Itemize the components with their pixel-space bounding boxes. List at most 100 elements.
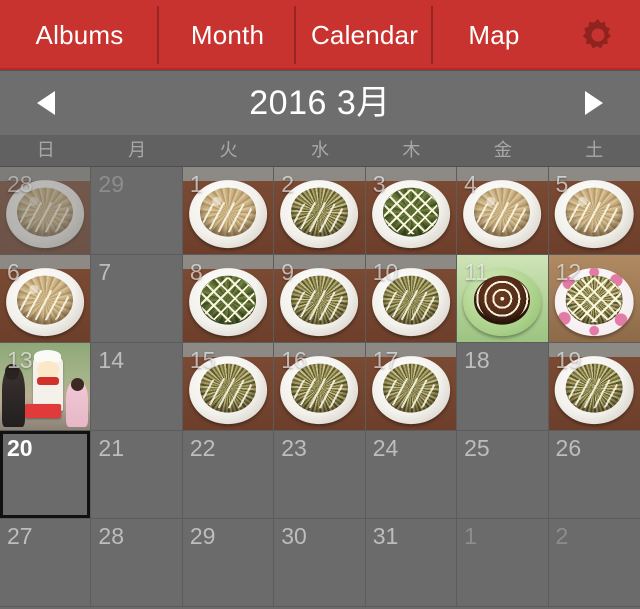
tab-calendar[interactable]: Calendar	[296, 0, 433, 70]
day-photo-okonomiyaki	[274, 343, 365, 430]
calendar-week-row: 6 7 8 9 10 11 12	[0, 255, 640, 343]
calendar-day-cell[interactable]: 7	[91, 255, 183, 343]
calendar-week-row: 27 28 29 30 31 1 2	[0, 519, 640, 607]
weekday-wednesday: 水	[310, 140, 329, 160]
day-number: 27	[7, 523, 33, 549]
calendar-day-cell[interactable]: 12	[548, 255, 640, 343]
calendar-day-cell[interactable]: 1	[182, 167, 275, 255]
calendar-day-cell[interactable]: 22	[182, 431, 275, 519]
calendar-day-cell[interactable]: 31	[365, 519, 458, 607]
day-photo-okonomiyaki	[365, 343, 457, 430]
day-photo-okonomiyaki	[457, 167, 548, 254]
weekday-tuesday: 火	[219, 140, 238, 160]
day-number: 23	[281, 435, 307, 461]
day-number: 30	[281, 523, 307, 549]
calendar-day-cell[interactable]: 11	[457, 255, 549, 343]
triangle-right-icon	[585, 91, 603, 115]
calendar-day-cell[interactable]: 6	[0, 255, 92, 343]
calendar-day-cell[interactable]: 17	[365, 343, 458, 431]
weekday-header-row: 日 月 火 水 木 金 土	[0, 135, 640, 167]
tab-map[interactable]: Map	[433, 0, 555, 70]
calendar-day-cell[interactable]: 21	[91, 431, 183, 519]
calendar-grid: 28 29 1 2 3 4 5 6 7 8 9 10 11 12 13 14 15 16 17 18 19 20 21 22 2…	[0, 167, 640, 607]
day-photo-okonomiyaki	[182, 343, 274, 430]
calendar-day-cell[interactable]: 9	[274, 255, 366, 343]
tab-map-label: Map	[468, 19, 520, 50]
calendar-day-cell[interactable]: 28	[0, 167, 92, 255]
calendar-day-cell[interactable]: 23	[274, 431, 366, 519]
day-number: 2	[555, 523, 569, 549]
weekday-sunday: 日	[36, 140, 55, 160]
tab-albums[interactable]: Albums	[0, 0, 159, 70]
day-photo-okonomiyaki	[365, 255, 457, 342]
calendar-day-cell[interactable]: 25	[457, 431, 549, 519]
day-photo-people	[0, 343, 91, 430]
calendar-day-cell[interactable]: 20	[0, 431, 92, 519]
day-number: 22	[189, 435, 216, 461]
day-number: 28	[98, 523, 125, 549]
day-number: 29	[98, 171, 125, 197]
day-photo-okonomiyaki	[182, 167, 274, 254]
calendar-day-cell[interactable]: 3	[365, 167, 458, 255]
triangle-left-icon	[37, 91, 55, 115]
day-photo-okonomiyaki	[548, 255, 640, 342]
day-number: 18	[464, 347, 490, 373]
tab-calendar-label: Calendar	[310, 19, 419, 50]
calendar-week-row: 28 29 1 2 3 4 5	[0, 167, 640, 255]
day-photo-okonomiyaki	[274, 255, 365, 342]
day-number: 26	[555, 435, 582, 461]
tab-month[interactable]: Month	[159, 0, 296, 70]
day-number: 29	[189, 523, 216, 549]
month-nav-header: 2016 3月	[0, 70, 640, 135]
tab-month-label: Month	[190, 19, 265, 50]
calendar-day-cell[interactable]: 16	[274, 343, 366, 431]
gear-icon	[582, 18, 611, 49]
day-photo-okonomiyaki	[548, 343, 640, 430]
weekday-thursday: 木	[402, 140, 421, 160]
day-photo-okonomiyaki	[365, 167, 457, 254]
weekday-friday: 金	[493, 140, 512, 160]
calendar-day-cell[interactable]: 2	[548, 519, 640, 607]
calendar-week-row: 20 21 22 23 24 25 26	[0, 431, 640, 519]
calendar-day-cell[interactable]: 29	[182, 519, 275, 607]
day-number: 20	[7, 435, 33, 461]
weekday-monday: 月	[128, 140, 147, 160]
day-number: 14	[98, 347, 125, 373]
top-tab-bar: Albums Month Calendar Map	[0, 0, 640, 70]
calendar-day-cell[interactable]: 8	[182, 255, 275, 343]
weekday-saturday: 土	[585, 140, 604, 160]
calendar-day-cell[interactable]: 5	[548, 167, 640, 255]
calendar-day-cell[interactable]: 29	[91, 167, 183, 255]
day-photo-okonomiyaki	[182, 255, 274, 342]
calendar-day-cell[interactable]: 2	[274, 167, 366, 255]
day-number: 31	[372, 523, 399, 549]
day-number: 7	[98, 259, 112, 285]
day-number: 24	[372, 435, 399, 461]
calendar-day-cell[interactable]: 10	[365, 255, 458, 343]
calendar-day-cell[interactable]: 19	[548, 343, 640, 431]
calendar-day-cell[interactable]: 30	[274, 519, 366, 607]
day-number: 21	[98, 435, 125, 461]
calendar-day-cell[interactable]: 26	[548, 431, 640, 519]
tab-albums-label: Albums	[35, 19, 124, 50]
calendar-day-cell[interactable]: 1	[457, 519, 549, 607]
calendar-day-cell[interactable]: 14	[91, 343, 183, 431]
calendar-day-cell[interactable]: 28	[91, 519, 183, 607]
day-photo-okonomiyaki	[0, 167, 91, 254]
prev-month-button[interactable]	[0, 71, 96, 136]
next-month-button[interactable]	[544, 71, 640, 136]
calendar-day-cell[interactable]: 13	[0, 343, 92, 431]
calendar-day-cell[interactable]: 18	[457, 343, 549, 431]
day-number: 25	[464, 435, 490, 461]
day-number: 1	[464, 523, 477, 549]
day-photo-okonomiyaki	[274, 167, 365, 254]
calendar-day-cell[interactable]: 15	[182, 343, 275, 431]
calendar-day-cell[interactable]: 4	[457, 167, 549, 255]
settings-button[interactable]	[555, 0, 640, 70]
calendar-day-cell[interactable]: 27	[0, 519, 92, 607]
day-photo-okonomiyaki	[548, 167, 640, 254]
calendar-day-cell[interactable]: 24	[365, 431, 458, 519]
calendar-week-row: 13 14 15 16 17 18 19	[0, 343, 640, 431]
page-title: 2016 3月	[249, 83, 391, 122]
day-photo-okonomiyaki	[457, 255, 548, 342]
